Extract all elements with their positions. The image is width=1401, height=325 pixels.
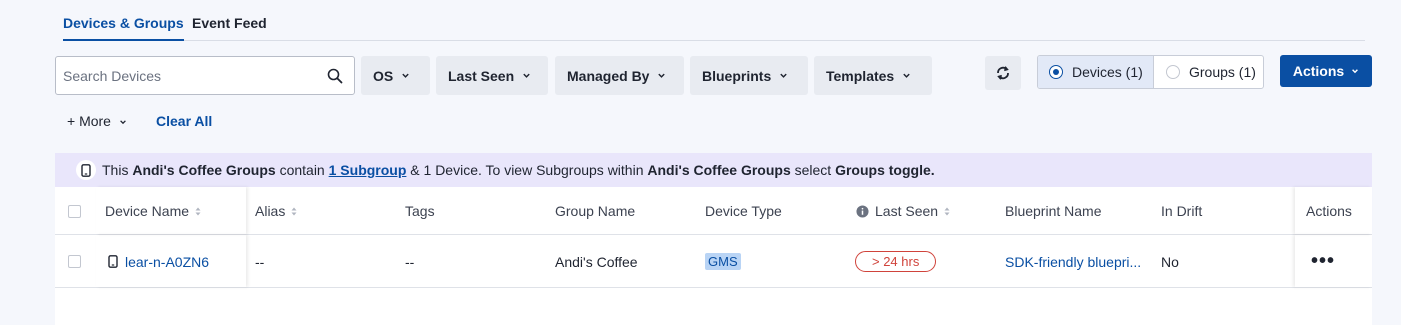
blueprint-link[interactable]: SDK-friendly bluepri...	[1005, 254, 1141, 270]
filter-managed-by[interactable]: Managed By	[555, 56, 684, 95]
last-seen-badge: > 24 hrs	[855, 251, 937, 272]
filter-blueprints[interactable]: Blueprints	[690, 56, 808, 95]
more-filters-button[interactable]: + More	[67, 113, 127, 129]
filter-label: Managed By	[567, 67, 650, 84]
column-header-tags: Tags	[405, 203, 435, 219]
info-banner: This Andi's Coffee Groups contain 1 Subg…	[55, 153, 1372, 187]
filter-templates[interactable]: Templates	[814, 56, 932, 95]
banner-middle: & 1 Device. To view Subgroups within	[410, 162, 644, 178]
actions-button-label: Actions	[1292, 63, 1345, 79]
chevron-down-icon	[903, 73, 910, 78]
device-icon	[108, 255, 118, 268]
chevron-down-icon	[658, 73, 666, 78]
table-header-row: Device Name Alias Tags Group Name Device…	[55, 187, 1372, 235]
toggle-devices-label: Devices (1)	[1072, 64, 1143, 80]
banner-group-name: Andi's Coffee Groups	[647, 162, 791, 178]
filter-last-seen[interactable]: Last Seen	[436, 56, 548, 95]
info-icon[interactable]	[856, 204, 869, 218]
search-box	[55, 56, 355, 95]
filter-label: OS	[373, 67, 394, 84]
banner-text: This Andi's Coffee Groups contain 1 Subg…	[102, 162, 935, 178]
column-header-actions: Actions	[1306, 203, 1352, 219]
select-all-checkbox[interactable]	[68, 204, 81, 218]
column-header-blueprint-name: Blueprint Name	[1005, 203, 1102, 219]
column-header-in-drift: In Drift	[1161, 203, 1203, 219]
banner-toggle-name: Groups toggle.	[835, 162, 935, 178]
refresh-button[interactable]	[985, 56, 1021, 90]
filter-label: Blueprints	[702, 67, 772, 84]
column-header-alias[interactable]: Alias	[255, 187, 297, 235]
chevron-down-icon	[402, 73, 409, 78]
alias-cell: --	[255, 253, 265, 270]
last-seen-cell: > 24 hrs	[855, 235, 937, 288]
actions-button[interactable]: Actions	[1280, 55, 1372, 87]
group-name-cell: Andi's Coffee	[555, 253, 638, 270]
banner-select: select	[794, 162, 832, 178]
toggle-groups-label: Groups (1)	[1189, 64, 1256, 80]
chevron-down-icon	[1352, 69, 1359, 74]
radio-selected-icon	[1049, 65, 1063, 79]
filter-label: Templates	[826, 67, 895, 84]
tab-event-feed[interactable]: Event Feed	[192, 15, 267, 31]
header-label: Last Seen	[875, 203, 939, 219]
sort-icon	[944, 207, 950, 215]
column-header-device-name[interactable]: Device Name	[105, 187, 201, 235]
search-icon[interactable]	[327, 68, 343, 84]
select-all-checkbox-cell	[68, 187, 81, 235]
banner-prefix: This	[102, 162, 129, 178]
subgroup-link[interactable]: 1 Subgroup	[329, 162, 407, 178]
filter-os[interactable]: OS	[361, 56, 430, 95]
device-name-cell: lear-n-A0ZN6	[108, 235, 209, 288]
device-type-badge: GMS	[705, 253, 741, 270]
sort-icon	[195, 207, 201, 215]
device-name-link[interactable]: lear-n-A0ZN6	[125, 254, 209, 270]
in-drift-cell: No	[1161, 253, 1179, 270]
row-checkbox[interactable]	[68, 255, 81, 268]
chevron-down-icon	[780, 73, 787, 78]
banner-group-name: Andi's Coffee Groups	[132, 162, 276, 178]
header-label: Device Name	[105, 203, 190, 219]
sort-icon	[291, 207, 297, 215]
devices-table: Device Name Alias Tags Group Name Device…	[55, 187, 1372, 325]
more-actions-icon[interactable]: •••	[1311, 250, 1335, 273]
row-checkbox-cell	[68, 235, 81, 288]
more-filters-label: + More	[67, 113, 111, 129]
refresh-icon	[997, 66, 1009, 80]
column-header-last-seen[interactable]: Last Seen	[856, 187, 950, 235]
radio-unselected-icon	[1166, 65, 1180, 79]
clear-all-button[interactable]: Clear All	[156, 113, 212, 129]
device-icon	[76, 160, 96, 180]
tab-devices-groups[interactable]: Devices & Groups	[63, 15, 184, 41]
chevron-down-icon	[120, 120, 126, 125]
view-toggle: Devices (1) Groups (1)	[1037, 55, 1264, 89]
search-input[interactable]	[63, 65, 318, 87]
tags-cell: --	[405, 253, 415, 270]
table-row[interactable]: lear-n-A0ZN6 -- -- Andi's Coffee GMS > 2…	[55, 235, 1372, 288]
blueprint-name-cell: SDK-friendly bluepri...	[1005, 235, 1141, 288]
tab-bar: Devices & Groups Event Feed	[63, 0, 1365, 41]
toggle-groups[interactable]: Groups (1)	[1155, 56, 1263, 88]
column-header-group-name: Group Name	[555, 203, 636, 219]
toggle-devices[interactable]: Devices (1)	[1038, 56, 1154, 88]
chevron-down-icon	[523, 73, 530, 78]
row-actions-cell: •••	[1311, 235, 1335, 288]
banner-contain: contain	[279, 162, 325, 178]
filter-label: Last Seen	[448, 67, 515, 84]
header-label: Alias	[255, 203, 286, 219]
column-header-device-type: Device Type	[705, 203, 782, 219]
device-type-cell: GMS	[705, 235, 741, 288]
